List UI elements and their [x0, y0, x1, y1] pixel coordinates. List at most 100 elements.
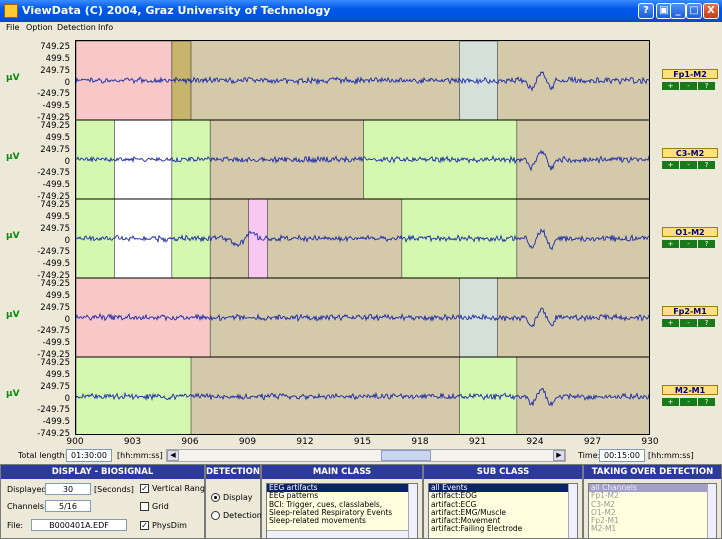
- y-tick-label: -499.5: [42, 338, 70, 349]
- menu-detection[interactable]: Detection: [57, 23, 96, 32]
- physdim-checkbox[interactable]: ✓: [140, 521, 149, 530]
- y-tick-label: -249.75: [37, 89, 70, 100]
- displayed-field[interactable]: 30: [45, 483, 91, 495]
- scroll-left-icon[interactable]: ◀: [167, 450, 179, 461]
- channel-help-button[interactable]: ?: [698, 240, 715, 248]
- y-tick-label: -499.5: [42, 101, 70, 112]
- taking-over-title: TAKING OVER DETECTION: [584, 465, 721, 479]
- list-item[interactable]: Fp1-M2: [589, 492, 716, 500]
- list-item[interactable]: artifact:Failing Electrode: [429, 525, 577, 533]
- y-tick-label: 749.25: [40, 200, 70, 210]
- display-radio[interactable]: [211, 493, 220, 502]
- channel-plus-button[interactable]: +: [662, 240, 679, 248]
- list-item[interactable]: Sleep-related movements: [267, 517, 417, 525]
- list-item[interactable]: all Events: [429, 484, 577, 493]
- time-scrollbar[interactable]: ◀ ▶: [166, 449, 566, 462]
- sub-class-title: SUB CLASS: [424, 465, 582, 479]
- channels-field[interactable]: 5/16: [45, 500, 91, 512]
- y-tick-label: 249.75: [40, 144, 70, 155]
- x-tick-label: 924: [526, 437, 544, 447]
- channel-minus-button[interactable]: -: [680, 319, 697, 327]
- y-tick-label: 749.25: [40, 121, 70, 131]
- display-panel: DISPLAY - BIOSIGNAL Displayed: 30 [Secon…: [0, 464, 205, 539]
- channel-label: M2-M1: [662, 385, 718, 395]
- list-item[interactable]: M2-M1: [589, 525, 716, 533]
- channel-plus-button[interactable]: +: [662, 398, 679, 406]
- y-tick-label: 499.5: [45, 290, 70, 301]
- channel-help-button[interactable]: ?: [698, 82, 715, 90]
- channel-buttons: + -?: [662, 81, 718, 90]
- file-field[interactable]: B000401A.EDF: [31, 519, 127, 531]
- main-class-list[interactable]: EEG artifacts EEG patterns BCI: Trigger, c…: [266, 483, 418, 539]
- list-item[interactable]: artifact:EOG: [429, 492, 577, 500]
- channel-buttons: + -?: [662, 318, 718, 327]
- help-button[interactable]: ?: [638, 3, 654, 19]
- maximize-button[interactable]: □: [686, 3, 702, 19]
- taking-over-vscroll[interactable]: [707, 484, 716, 538]
- channel-minus-button[interactable]: -: [680, 240, 697, 248]
- channel-help-button[interactable]: ?: [698, 398, 715, 406]
- sub-class-list[interactable]: all Events artifact:EOG artifact:ECG artifa…: [428, 483, 578, 539]
- eeg-plot-svg: [76, 41, 649, 434]
- grid-checkbox[interactable]: [140, 502, 149, 511]
- displayed-unit: [Seconds]: [94, 485, 134, 494]
- total-length-field[interactable]: 01:30:00: [66, 449, 112, 462]
- eeg-plot[interactable]: [75, 40, 650, 435]
- sub-class-panel: SUB CLASS all Events artifact:EOG artifact…: [423, 464, 583, 539]
- y-tick-label: 499.5: [45, 132, 70, 143]
- y-tick-label: 499.5: [45, 369, 70, 380]
- scroll-right-icon[interactable]: ▶: [553, 450, 565, 461]
- menu-info[interactable]: Info: [98, 23, 113, 32]
- menu-option[interactable]: Option: [26, 23, 53, 32]
- detection-radio[interactable]: [211, 511, 220, 520]
- physdim-label: PhysDim: [152, 521, 187, 530]
- x-tick-label: 900: [66, 437, 84, 447]
- channel-plus-button[interactable]: +: [662, 319, 679, 327]
- display-panel-title: DISPLAY - BIOSIGNAL: [1, 465, 204, 479]
- channel-help-button[interactable]: ?: [698, 319, 715, 327]
- list-item[interactable]: O1-M2: [589, 509, 716, 517]
- list-item[interactable]: artifact:Movement: [429, 517, 577, 525]
- channel-minus-button[interactable]: -: [680, 82, 697, 90]
- list-item[interactable]: BCI: Trigger, cues, classlabels,: [267, 501, 417, 509]
- file-label: File:: [7, 521, 24, 530]
- list-item[interactable]: Fp2-M1: [589, 517, 716, 525]
- y-tick-label: 0: [64, 393, 70, 404]
- x-tick-label: 912: [296, 437, 314, 447]
- channel-label: Fp1-M2: [662, 69, 718, 79]
- close-button[interactable]: X: [703, 3, 719, 19]
- channel-plus-button[interactable]: +: [662, 82, 679, 90]
- list-item[interactable]: EEG artifacts: [267, 484, 417, 493]
- minimize-button[interactable]: _: [670, 3, 686, 19]
- channels-label: Channels:: [7, 502, 47, 511]
- list-item[interactable]: all Channels: [589, 484, 716, 493]
- x-tick-label: 921: [468, 437, 487, 447]
- list-item[interactable]: artifact:ECG: [429, 501, 577, 509]
- total-length-unit: [hh:mm:ss]: [117, 451, 163, 460]
- list-item[interactable]: Sleep-related Respiratory Events: [267, 509, 417, 517]
- main-class-vscroll[interactable]: [408, 484, 417, 538]
- main-class-hscroll[interactable]: [267, 530, 408, 538]
- x-tick-label: 909: [238, 437, 257, 447]
- time-field[interactable]: 00:15:00: [599, 449, 645, 462]
- sub-class-vscroll[interactable]: [568, 484, 577, 538]
- channel-help-button[interactable]: ?: [698, 161, 715, 169]
- grid-label: Grid: [152, 502, 169, 511]
- channel-minus-button[interactable]: -: [680, 398, 697, 406]
- x-tick-label: 918: [411, 437, 429, 447]
- list-item[interactable]: EEG patterns: [267, 492, 417, 500]
- channel-minus-button[interactable]: -: [680, 161, 697, 169]
- list-item[interactable]: C3-M2: [589, 501, 716, 509]
- channel-buttons: + -?: [662, 239, 718, 248]
- channel-buttons: + -?: [662, 160, 718, 169]
- vertical-range-checkbox[interactable]: ✓: [140, 484, 149, 493]
- scroll-thumb[interactable]: [381, 450, 431, 461]
- y-tick-label: -499.5: [42, 259, 70, 270]
- y-tick-label: -249.75: [37, 168, 70, 179]
- detection-panel-title: DETECTION: [206, 465, 261, 479]
- taking-over-list[interactable]: all Channels Fp1-M2 C3-M2 O1-M2 Fp2-M1 M2-M1: [588, 483, 717, 539]
- y-tick-label: -249.75: [37, 247, 70, 258]
- list-item[interactable]: artifact:EMG/Muscle: [429, 509, 577, 517]
- channel-plus-button[interactable]: +: [662, 161, 679, 169]
- menu-file[interactable]: File: [6, 23, 19, 32]
